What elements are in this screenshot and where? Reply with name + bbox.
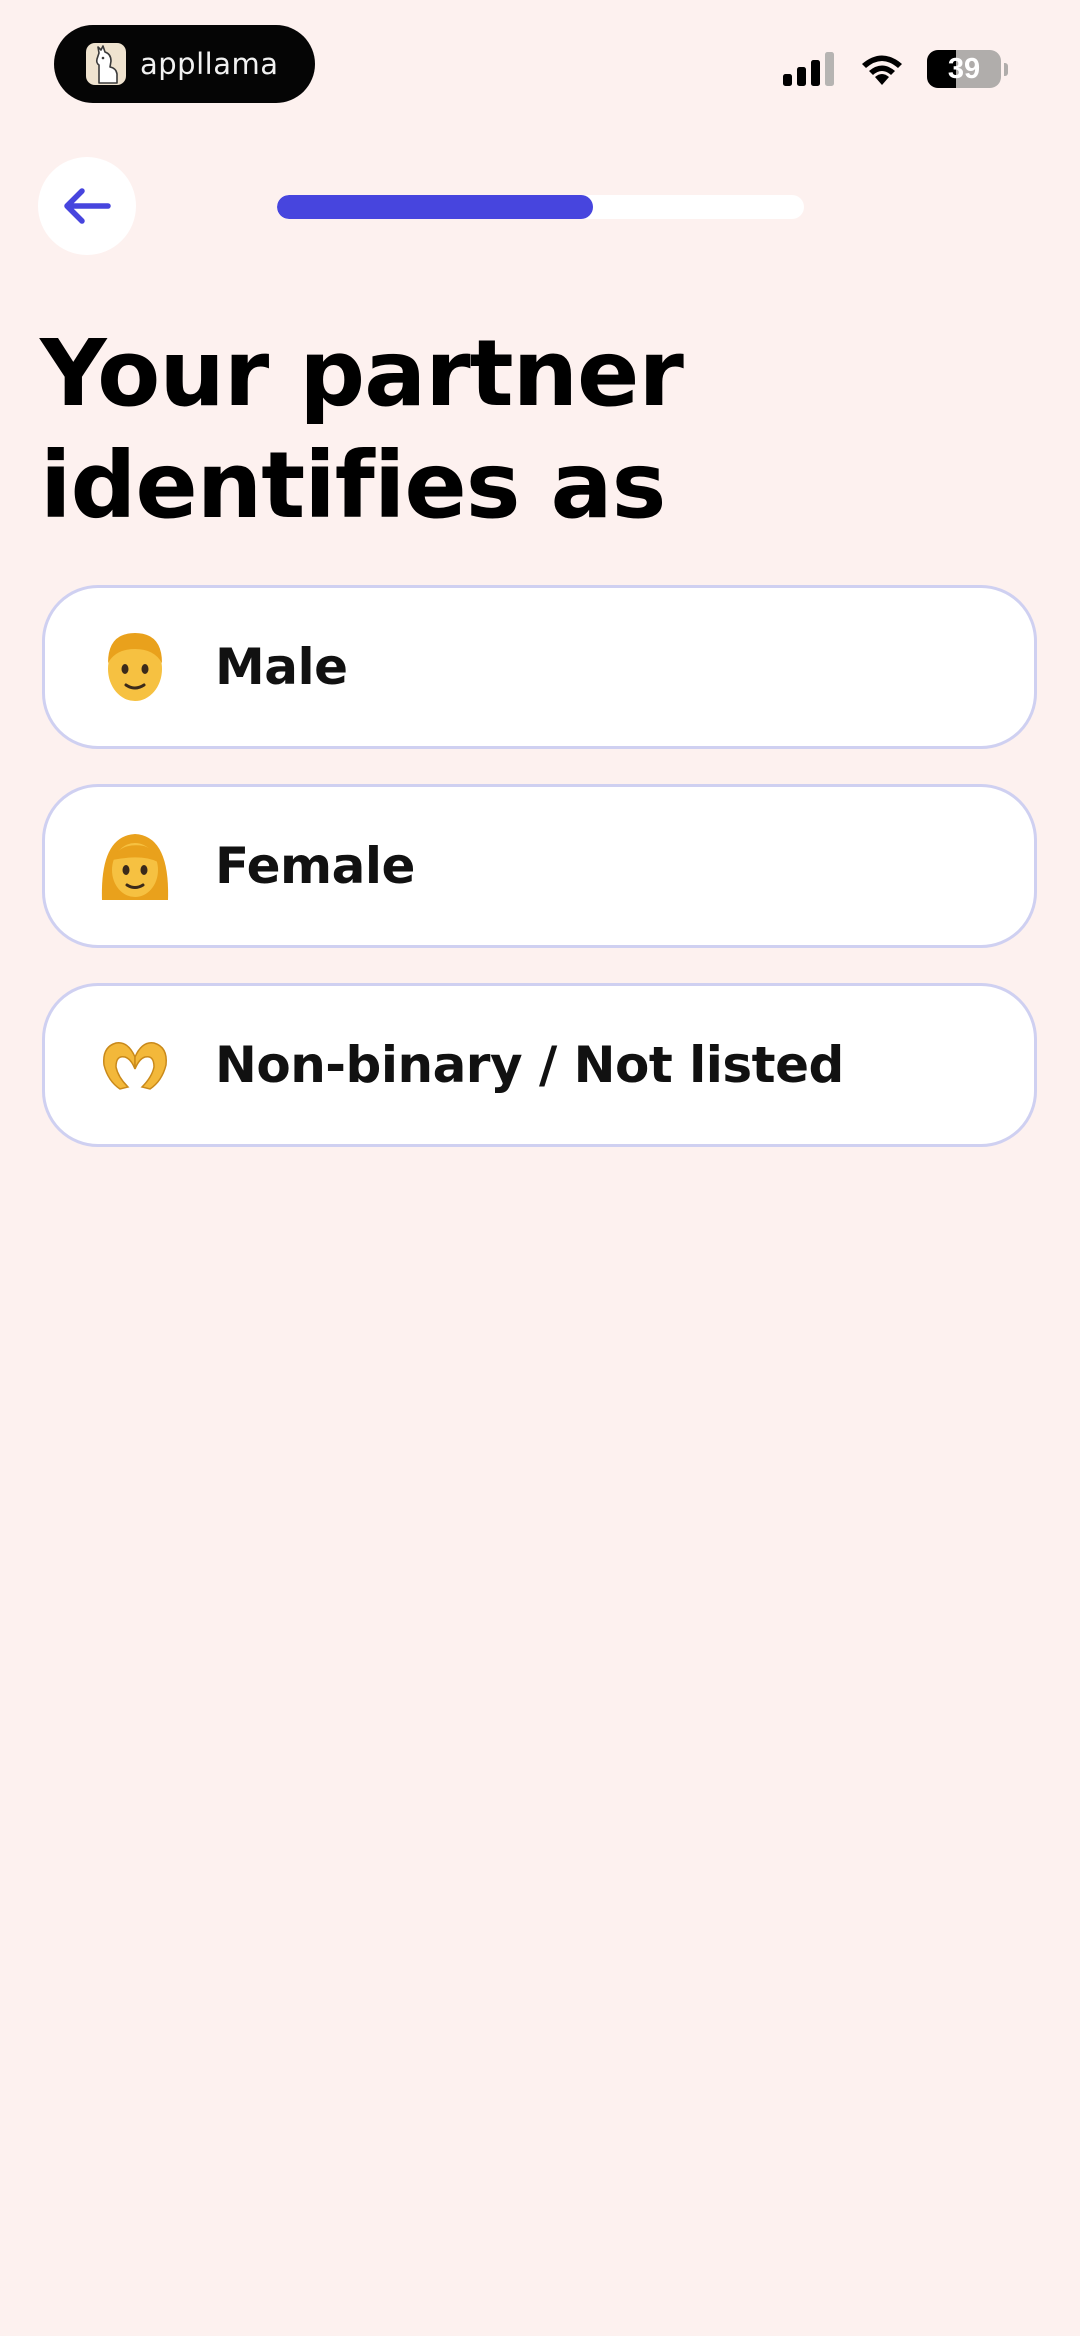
option-label: Non-binary / Not listed (215, 1036, 844, 1094)
progress-bar-fill (277, 195, 594, 219)
arrow-left-icon (64, 188, 111, 224)
battery-tip (1004, 62, 1008, 76)
option-label: Female (215, 837, 415, 895)
option-label: Male (215, 638, 348, 696)
progress-bar (277, 195, 804, 219)
llama-logo-icon (86, 43, 126, 85)
battery-level: 39 (947, 52, 981, 85)
app-badge-label: appllama (140, 47, 279, 81)
battery-icon: 39 (927, 50, 1001, 88)
status-icons: 39 (783, 50, 1008, 88)
heart-hands-icon (95, 1025, 175, 1105)
back-button[interactable] (38, 157, 136, 255)
page-title: Your partner identifies as (40, 320, 684, 539)
cellular-signal-icon (783, 52, 834, 86)
option-female[interactable]: Female (42, 784, 1037, 948)
option-male[interactable]: Male (42, 585, 1037, 749)
app-badge: appllama (54, 25, 315, 103)
wifi-icon (862, 55, 902, 85)
woman-face-icon (95, 826, 175, 906)
man-face-icon (95, 627, 175, 707)
options-list: Male Female Non-binary / Not listed (42, 585, 1037, 1182)
option-non-binary[interactable]: Non-binary / Not listed (42, 983, 1037, 1147)
onboarding-screen: appllama 39 Your partner identifies as M… (0, 0, 1080, 2336)
